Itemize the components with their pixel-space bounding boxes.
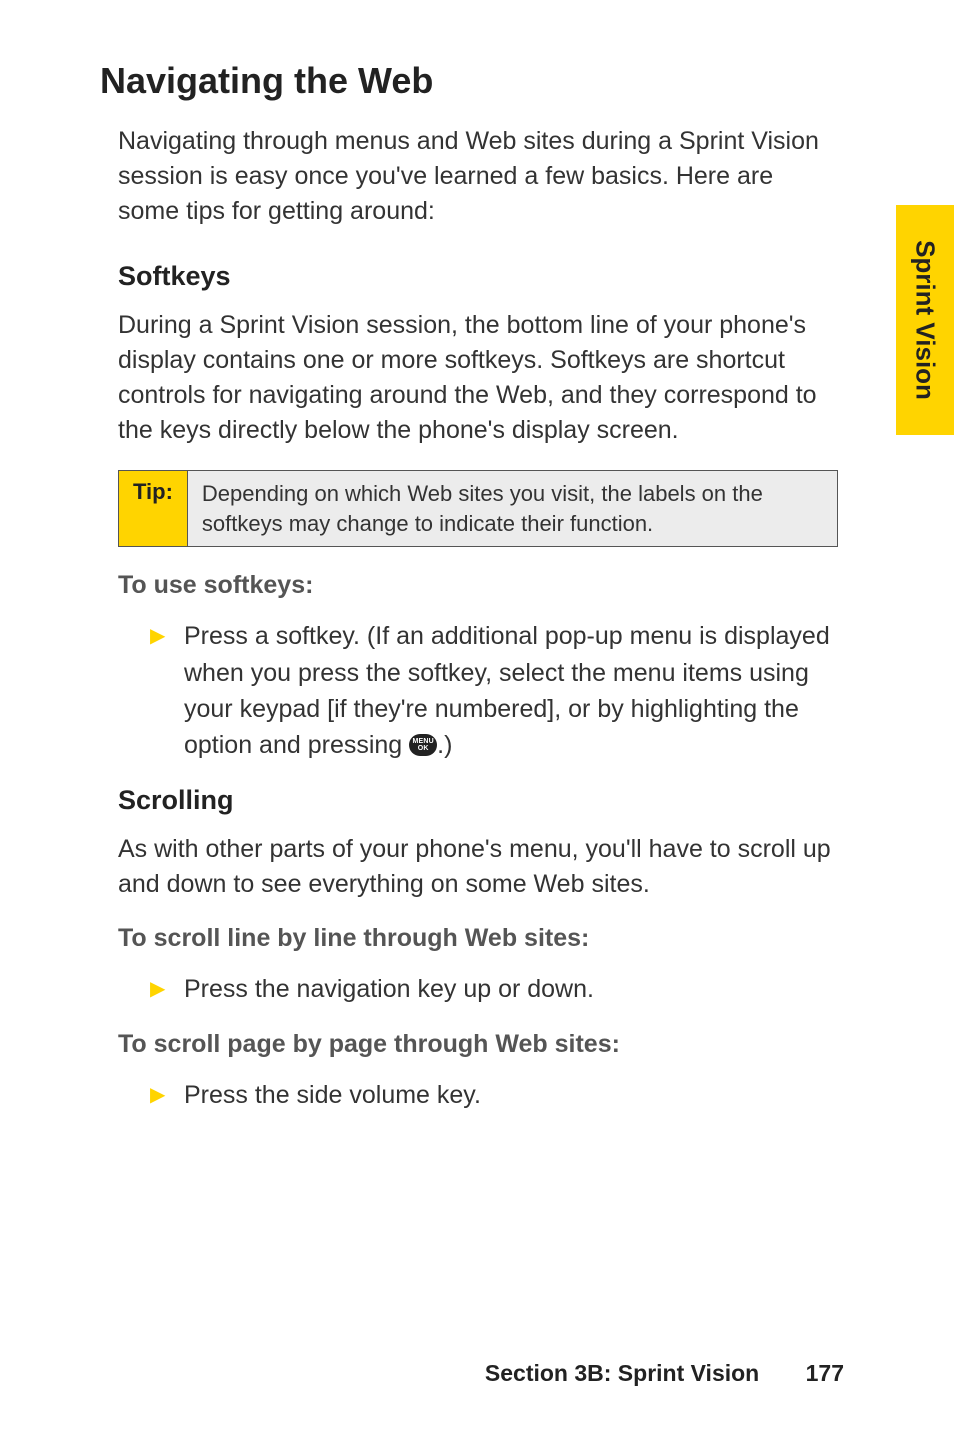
bullet-arrow-icon: ▶ [150, 971, 184, 1007]
scroll-page-subhead: To scroll page by page through Web sites… [118, 1030, 834, 1059]
tip-label: Tip: [119, 471, 188, 546]
footer-page-number: 177 [806, 1360, 844, 1386]
side-tab: Sprint Vision [896, 205, 954, 435]
scroll-page-bullet: ▶ Press the side volume key. [150, 1077, 834, 1113]
softkeys-heading: Softkeys [118, 261, 834, 292]
bullet-pre: Press a softkey. (If an additional pop-u… [184, 622, 830, 759]
softkeys-paragraph: During a Sprint Vision session, the bott… [118, 308, 834, 448]
page-title: Navigating the Web [100, 60, 834, 102]
use-softkeys-subhead: To use softkeys: [118, 571, 834, 600]
side-tab-label: Sprint Vision [910, 240, 941, 400]
menu-ok-icon: MENUOK [409, 734, 437, 756]
bullet-arrow-icon: ▶ [150, 1077, 184, 1113]
tip-body: Depending on which Web sites you visit, … [188, 471, 837, 546]
tip-box: Tip: Depending on which Web sites you vi… [118, 470, 838, 547]
menu-ok-bottom: OK [418, 745, 429, 752]
softkey-bullet: ▶ Press a softkey. (If an additional pop… [150, 618, 834, 763]
scroll-line-bullet: ▶ Press the navigation key up or down. [150, 971, 834, 1007]
page-content: Navigating the Web Navigating through me… [0, 0, 954, 1113]
scrolling-paragraph: As with other parts of your phone's menu… [118, 832, 834, 902]
footer-section: Section 3B: Sprint Vision [485, 1360, 759, 1386]
scroll-page-text: Press the side volume key. [184, 1077, 834, 1113]
bullet-arrow-icon: ▶ [150, 618, 184, 763]
page-footer: Section 3B: Sprint Vision 177 [485, 1360, 844, 1387]
menu-ok-top: MENU [412, 738, 433, 745]
menu-ok-inner: MENUOK [412, 738, 433, 752]
scroll-line-subhead: To scroll line by line through Web sites… [118, 924, 834, 953]
intro-paragraph: Navigating through menus and Web sites d… [118, 124, 834, 229]
scrolling-heading: Scrolling [118, 785, 834, 816]
scroll-line-text: Press the navigation key up or down. [184, 971, 834, 1007]
bullet-post: .) [437, 731, 452, 759]
softkey-bullet-text: Press a softkey. (If an additional pop-u… [184, 618, 834, 763]
